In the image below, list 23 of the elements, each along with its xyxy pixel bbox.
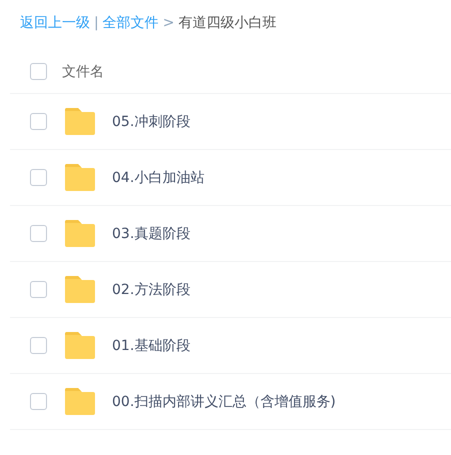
checkbox[interactable] bbox=[30, 113, 47, 130]
folder-icon bbox=[64, 276, 96, 303]
folder-icon bbox=[64, 388, 96, 415]
current-folder: 有道四级小白班 bbox=[178, 14, 276, 32]
file-name[interactable]: 03.真题阶段 bbox=[112, 224, 190, 242]
column-header: 文件名 bbox=[62, 62, 104, 80]
folder-icon bbox=[64, 164, 96, 191]
folder-icon bbox=[64, 108, 96, 135]
file-name[interactable]: 02.方法阶段 bbox=[112, 280, 190, 298]
separator: | bbox=[94, 15, 99, 31]
checkbox[interactable] bbox=[30, 393, 47, 410]
checkbox[interactable] bbox=[30, 281, 47, 298]
checkbox[interactable] bbox=[30, 63, 47, 80]
file-name[interactable]: 04.小白加油站 bbox=[112, 168, 204, 186]
checkbox[interactable] bbox=[30, 225, 47, 242]
checkbox[interactable] bbox=[30, 169, 47, 186]
checkbox[interactable] bbox=[30, 337, 47, 354]
folder-icon bbox=[64, 220, 96, 247]
file-name[interactable]: 01.基础阶段 bbox=[112, 336, 190, 354]
file-name[interactable]: 00.扫描内部讲义汇总（含增值服务) bbox=[112, 392, 336, 410]
breadcrumb-arrow: > bbox=[162, 15, 174, 31]
file-name[interactable]: 05.冲刺阶段 bbox=[112, 112, 190, 130]
folder-icon bbox=[64, 332, 96, 359]
